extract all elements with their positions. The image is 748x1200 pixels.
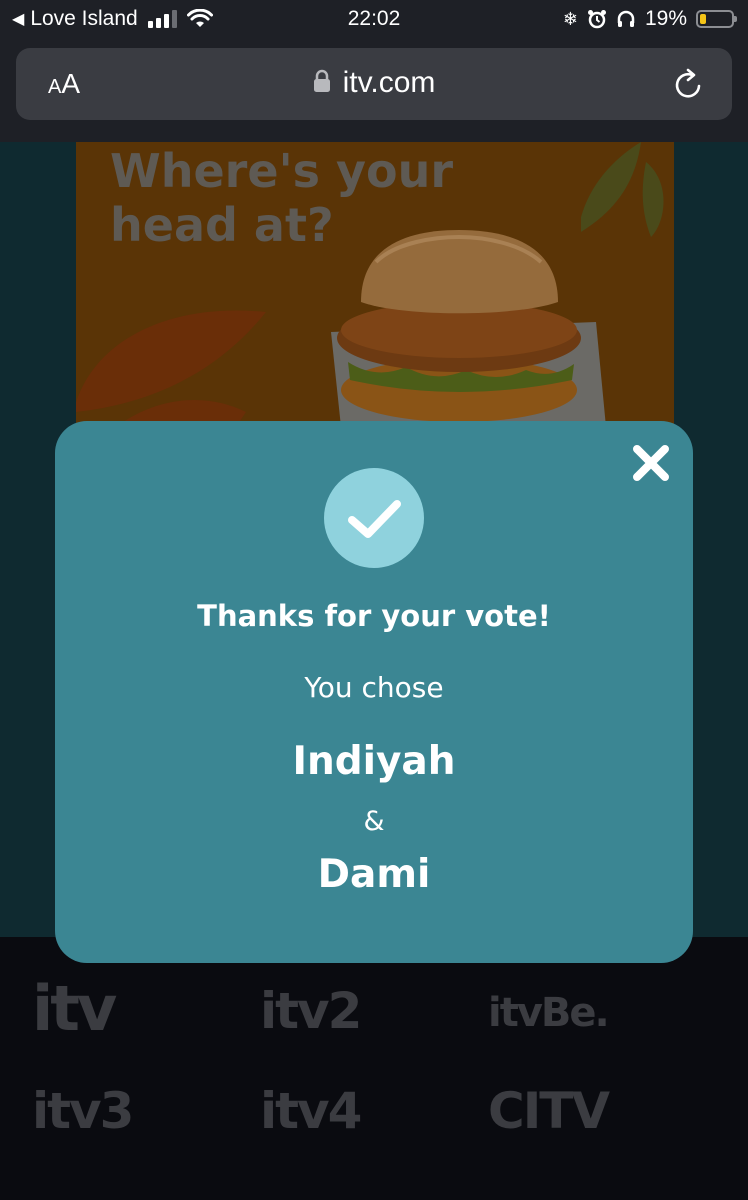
channel-logos: itv itv2 itvBe. itv3 itv4 CITV <box>0 942 748 1200</box>
modal-subtitle: You chose <box>304 671 444 704</box>
lock-icon <box>313 69 330 93</box>
ampersand: & <box>363 806 385 837</box>
advert-headline-line2: head at? <box>110 198 334 252</box>
advert-headline-line1: Where's your <box>110 144 454 198</box>
logo-itv2[interactable]: itv2 <box>260 982 362 1040</box>
status-bar: ◀ Love Island 22:02 ❄ 19% <box>0 0 748 42</box>
close-icon[interactable] <box>629 441 673 485</box>
battery-percent: 19% <box>644 7 687 30</box>
logo-itv3[interactable]: itv3 <box>32 1082 134 1140</box>
advert-headline: Where's your head at? <box>110 144 453 252</box>
browser-toolbar: AA itv.com <box>0 42 748 142</box>
advert-banner[interactable]: Where's your head at? <box>76 142 674 427</box>
logo-itv[interactable]: itv <box>32 972 117 1045</box>
modal-title: Thanks for your vote! <box>197 599 551 633</box>
checkmark-icon <box>348 500 401 538</box>
logo-citv[interactable]: CITV <box>488 1082 610 1140</box>
url-text: itv.com <box>342 66 436 99</box>
snowflake-icon: ❄ <box>562 8 578 29</box>
address-bar[interactable]: AA itv.com <box>16 48 732 120</box>
logo-itv4[interactable]: itv4 <box>260 1082 362 1140</box>
chosen-name-1: Indiyah <box>292 739 456 784</box>
vote-confirmation-modal: Thanks for your vote! You chose Indiyah … <box>55 421 693 963</box>
logo-itvbe[interactable]: itvBe. <box>488 990 610 1036</box>
alarm-icon <box>587 10 606 29</box>
headphones-icon <box>617 10 635 27</box>
success-badge <box>324 468 424 568</box>
reload-icon[interactable] <box>672 66 706 102</box>
status-right: ❄ 19% <box>562 7 737 31</box>
chosen-name-2: Dami <box>317 852 431 897</box>
url-display[interactable]: itv.com <box>16 66 732 100</box>
battery-icon <box>696 10 737 28</box>
